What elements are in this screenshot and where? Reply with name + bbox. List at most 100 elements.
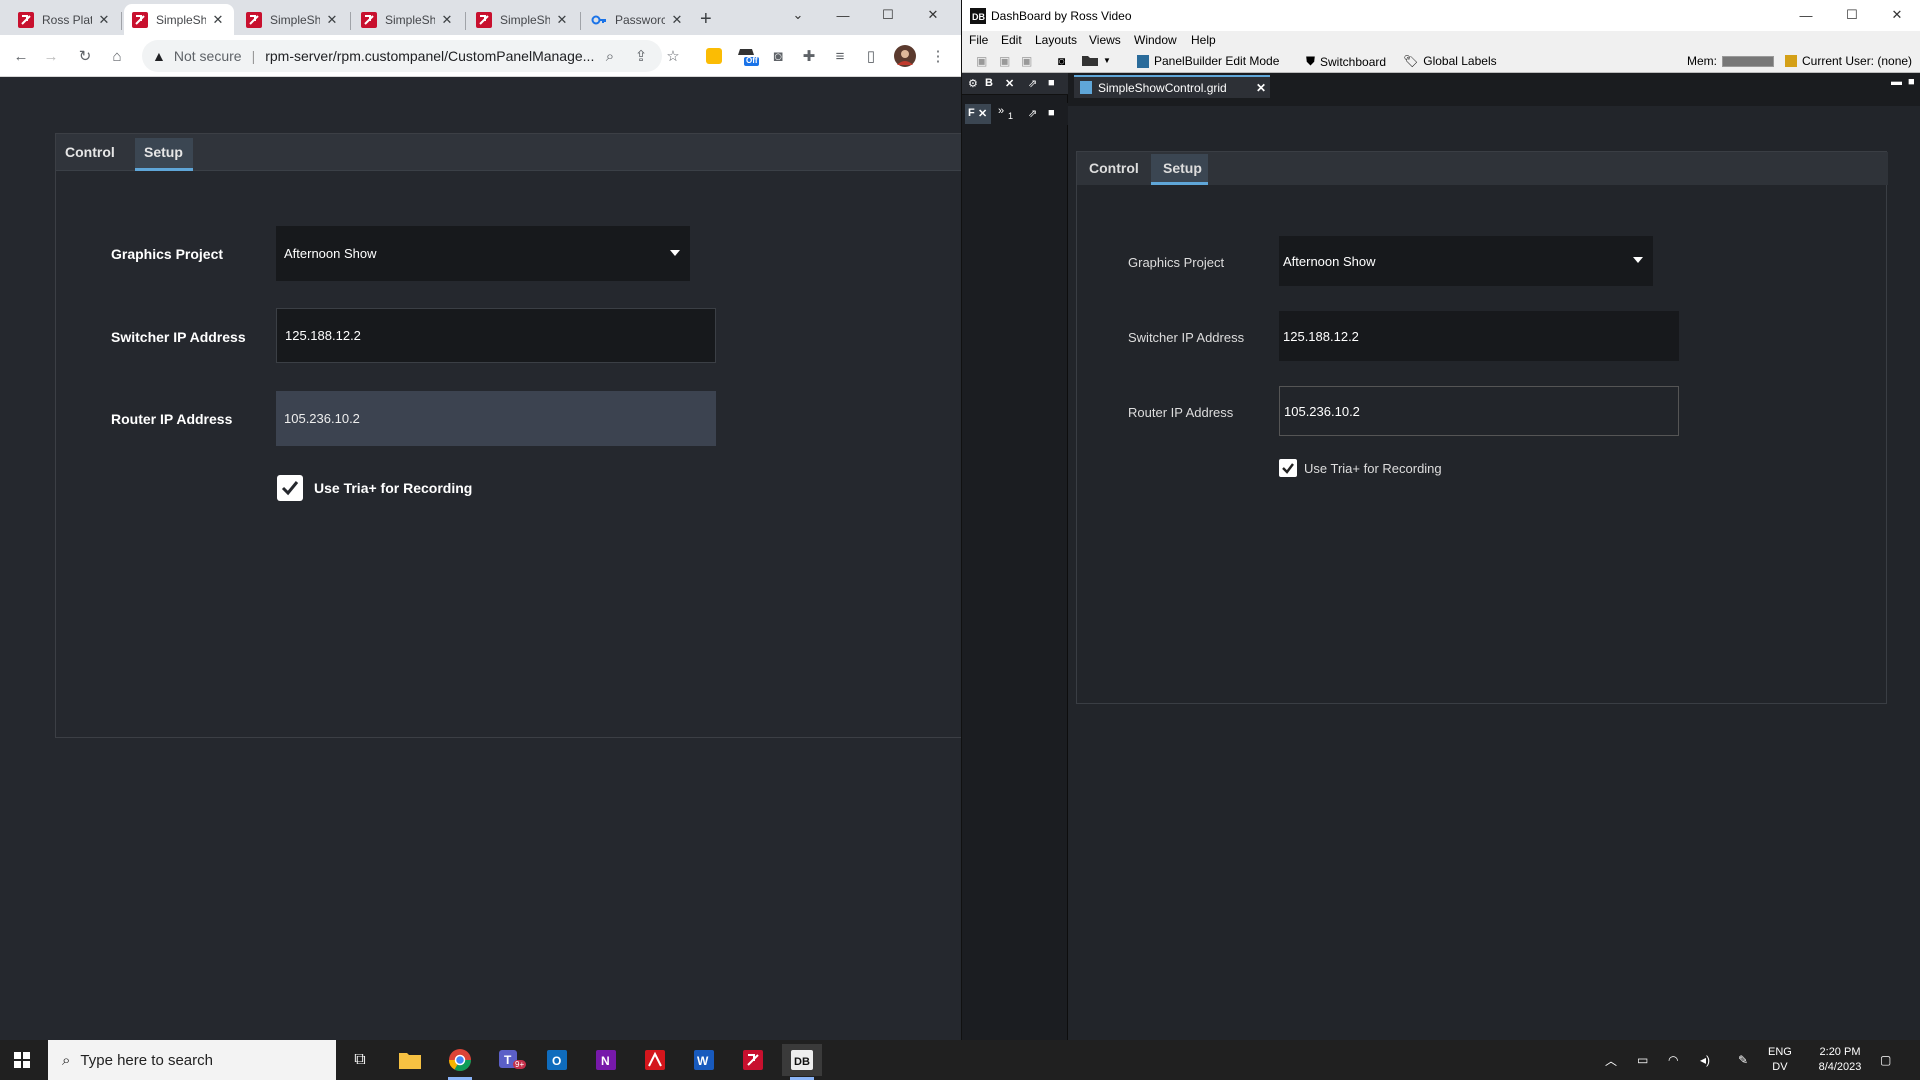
maximize-icon[interactable]: ☐ — [868, 0, 908, 30]
memory-bar — [1722, 55, 1774, 67]
editor-minimize-icon[interactable]: ▬ — [1891, 76, 1902, 88]
ross-app-icon[interactable] — [733, 1044, 773, 1076]
close-view-icon[interactable]: ✕ — [1005, 77, 1014, 90]
onenote-app-icon[interactable]: N — [587, 1044, 627, 1076]
clock[interactable]: 2:20 PM 8/4/2023 — [1810, 1040, 1870, 1080]
dashboard-app-icon[interactable]: DB — [782, 1044, 822, 1080]
close-tab-icon[interactable]: ✕ — [554, 12, 570, 28]
new-tab-icon[interactable]: + — [700, 8, 712, 31]
menu-layouts[interactable]: Layouts — [1035, 33, 1077, 47]
browser-tab[interactable]: SimpleSh ✕ — [238, 4, 348, 35]
settings-gear-icon[interactable]: ⚙ — [968, 77, 978, 90]
extensions-puzzle-icon[interactable]: ✚ — [796, 43, 822, 69]
dash-graphics-project-dropdown[interactable]: Afternoon Show — [1279, 236, 1653, 286]
chrome-app-icon[interactable] — [440, 1044, 480, 1080]
dash-tab-setup[interactable]: Setup — [1163, 160, 1202, 176]
dash-router-ip-input[interactable]: 105.236.10.2 — [1279, 386, 1679, 436]
close-tab-icon[interactable]: ✕ — [669, 12, 685, 28]
acrobat-app-icon[interactable] — [636, 1044, 676, 1076]
dash-close-icon[interactable]: ✕ — [1877, 0, 1917, 30]
home-icon[interactable]: ⌂ — [104, 43, 130, 69]
browser-tab-active[interactable]: SimpleSh ✕ — [124, 4, 234, 35]
dashboard-window: DB DashBoard by Ross Video — ☐ ✕ File Ed… — [961, 0, 1920, 1040]
tray-overflow-icon[interactable]: ︿ — [1605, 1040, 1617, 1080]
outlook-app-icon[interactable]: O — [538, 1044, 578, 1076]
overflow-chevron-icon[interactable]: » — [998, 105, 1004, 117]
menu-edit[interactable]: Edit — [1001, 33, 1022, 47]
battery-icon[interactable]: ▭ — [1637, 1040, 1648, 1080]
word-app-icon[interactable]: W — [685, 1044, 725, 1076]
menu-file[interactable]: File — [969, 33, 988, 47]
restore-filter-icon[interactable]: ⇗ — [1028, 107, 1037, 120]
reload-icon[interactable]: ↻ — [72, 43, 98, 69]
save-as-icon[interactable]: ▣ — [999, 54, 1010, 68]
language-indicator[interactable]: ENG DV — [1768, 1040, 1792, 1080]
close-tab-icon[interactable]: ✕ — [96, 12, 112, 28]
dash-maximize-icon[interactable]: ☐ — [1832, 0, 1872, 30]
screenshot-camera-icon[interactable]: ◙ — [1058, 54, 1065, 68]
pen-icon[interactable]: ✎ — [1738, 1040, 1748, 1080]
share-icon[interactable]: ⇪ — [628, 43, 654, 69]
close-tab-icon[interactable]: ✕ — [324, 12, 340, 28]
address-bar[interactable]: ▲ Not secure | rpm-server/rpm.custompane… — [142, 40, 662, 72]
minimize-icon[interactable]: — — [823, 0, 863, 30]
global-labels-button[interactable]: 🏷 Global Labels — [1403, 54, 1497, 68]
close-filter-icon[interactable]: ✕ — [978, 107, 987, 120]
extension-yellow-icon[interactable] — [701, 43, 727, 69]
menu-views[interactable]: Views — [1089, 33, 1121, 47]
close-tab-icon[interactable]: ✕ — [439, 12, 455, 28]
use-tria-checkbox[interactable] — [277, 475, 303, 501]
camera-icon[interactable]: ◙ — [765, 43, 791, 69]
graphics-project-dropdown[interactable]: Afternoon Show — [276, 226, 690, 281]
editor-file-tab[interactable]: SimpleShowControl.grid ✕ — [1074, 75, 1270, 98]
switchboard-button[interactable]: ⛊ Switchboard — [1306, 54, 1386, 69]
dash-tab-control[interactable]: Control — [1089, 160, 1139, 176]
router-ip-input[interactable]: 105.236.10.2 — [276, 391, 716, 446]
menu-window[interactable]: Window — [1134, 33, 1177, 47]
browser-tab[interactable]: SimpleSh ✕ — [468, 4, 578, 35]
close-file-tab-icon[interactable]: ✕ — [1256, 81, 1266, 95]
extension-off-icon[interactable]: Off — [734, 43, 760, 69]
task-view-icon[interactable]: ⧉ — [340, 1044, 380, 1076]
open-folder-icon[interactable]: ▼ — [1082, 54, 1111, 66]
bookmark-star-icon[interactable]: ☆ — [660, 43, 686, 69]
wifi-icon[interactable]: ◠ — [1668, 1040, 1678, 1080]
profile-avatar-icon[interactable] — [892, 43, 918, 69]
current-user-indicator[interactable]: Current User: (none) — [1785, 54, 1912, 68]
windows-start-icon[interactable] — [14, 1052, 30, 1068]
close-tab-icon[interactable]: ✕ — [210, 12, 226, 28]
back-icon[interactable]: ← — [8, 43, 34, 69]
dash-graphics-project-label: Graphics Project — [1128, 255, 1225, 270]
reading-list-icon[interactable]: ≡ — [827, 43, 853, 69]
browser-tab[interactable]: Passworc ✕ — [583, 4, 693, 35]
save-icon[interactable]: ▣ — [976, 54, 987, 68]
taskbar-search-box[interactable]: ⌕ Type here to search — [48, 1040, 336, 1080]
maximize-filter-icon[interactable]: ■ — [1048, 107, 1055, 119]
dash-use-tria-checkbox[interactable] — [1279, 459, 1297, 477]
maximize-view-icon[interactable]: ■ — [1048, 77, 1055, 89]
volume-icon[interactable]: ◂) — [1700, 1040, 1710, 1080]
save-all-icon[interactable]: ▣ — [1021, 54, 1032, 68]
panelbuilder-edit-button[interactable]: PanelBuilder Edit Mode — [1137, 54, 1279, 68]
file-explorer-icon[interactable] — [390, 1044, 430, 1076]
switcher-ip-label: Switcher IP Address — [111, 329, 246, 345]
notification-icon[interactable]: ▢ — [1880, 1040, 1891, 1080]
teams-app-icon[interactable]: T 9+ — [490, 1044, 530, 1076]
dash-switcher-ip-input[interactable]: 125.188.12.2 — [1279, 311, 1679, 361]
browser-tab[interactable]: SimpleSh ✕ — [353, 4, 463, 35]
editor-maximize-icon[interactable]: ■ — [1908, 76, 1915, 88]
menu-help[interactable]: Help — [1191, 33, 1216, 47]
tab-search-icon[interactable]: ⌄ — [778, 0, 818, 30]
switcher-ip-input[interactable]: 125.188.12.2 — [276, 308, 716, 363]
zoom-icon[interactable]: ⌕ — [597, 43, 623, 69]
browser-tab-label: Ross Platf — [42, 12, 92, 27]
chrome-menu-icon[interactable]: ⋮ — [925, 43, 951, 69]
browser-tab[interactable]: Ross Platf ✕ — [10, 4, 120, 35]
dash-minimize-icon[interactable]: — — [1786, 0, 1826, 30]
tab-control[interactable]: Control — [65, 144, 115, 160]
forward-icon[interactable]: → — [38, 43, 64, 69]
tab-setup[interactable]: Setup — [144, 144, 183, 160]
restore-view-icon[interactable]: ⇗ — [1028, 77, 1037, 90]
close-window-icon[interactable]: ✕ — [913, 0, 953, 30]
side-panel-icon[interactable]: ▯ — [858, 43, 884, 69]
